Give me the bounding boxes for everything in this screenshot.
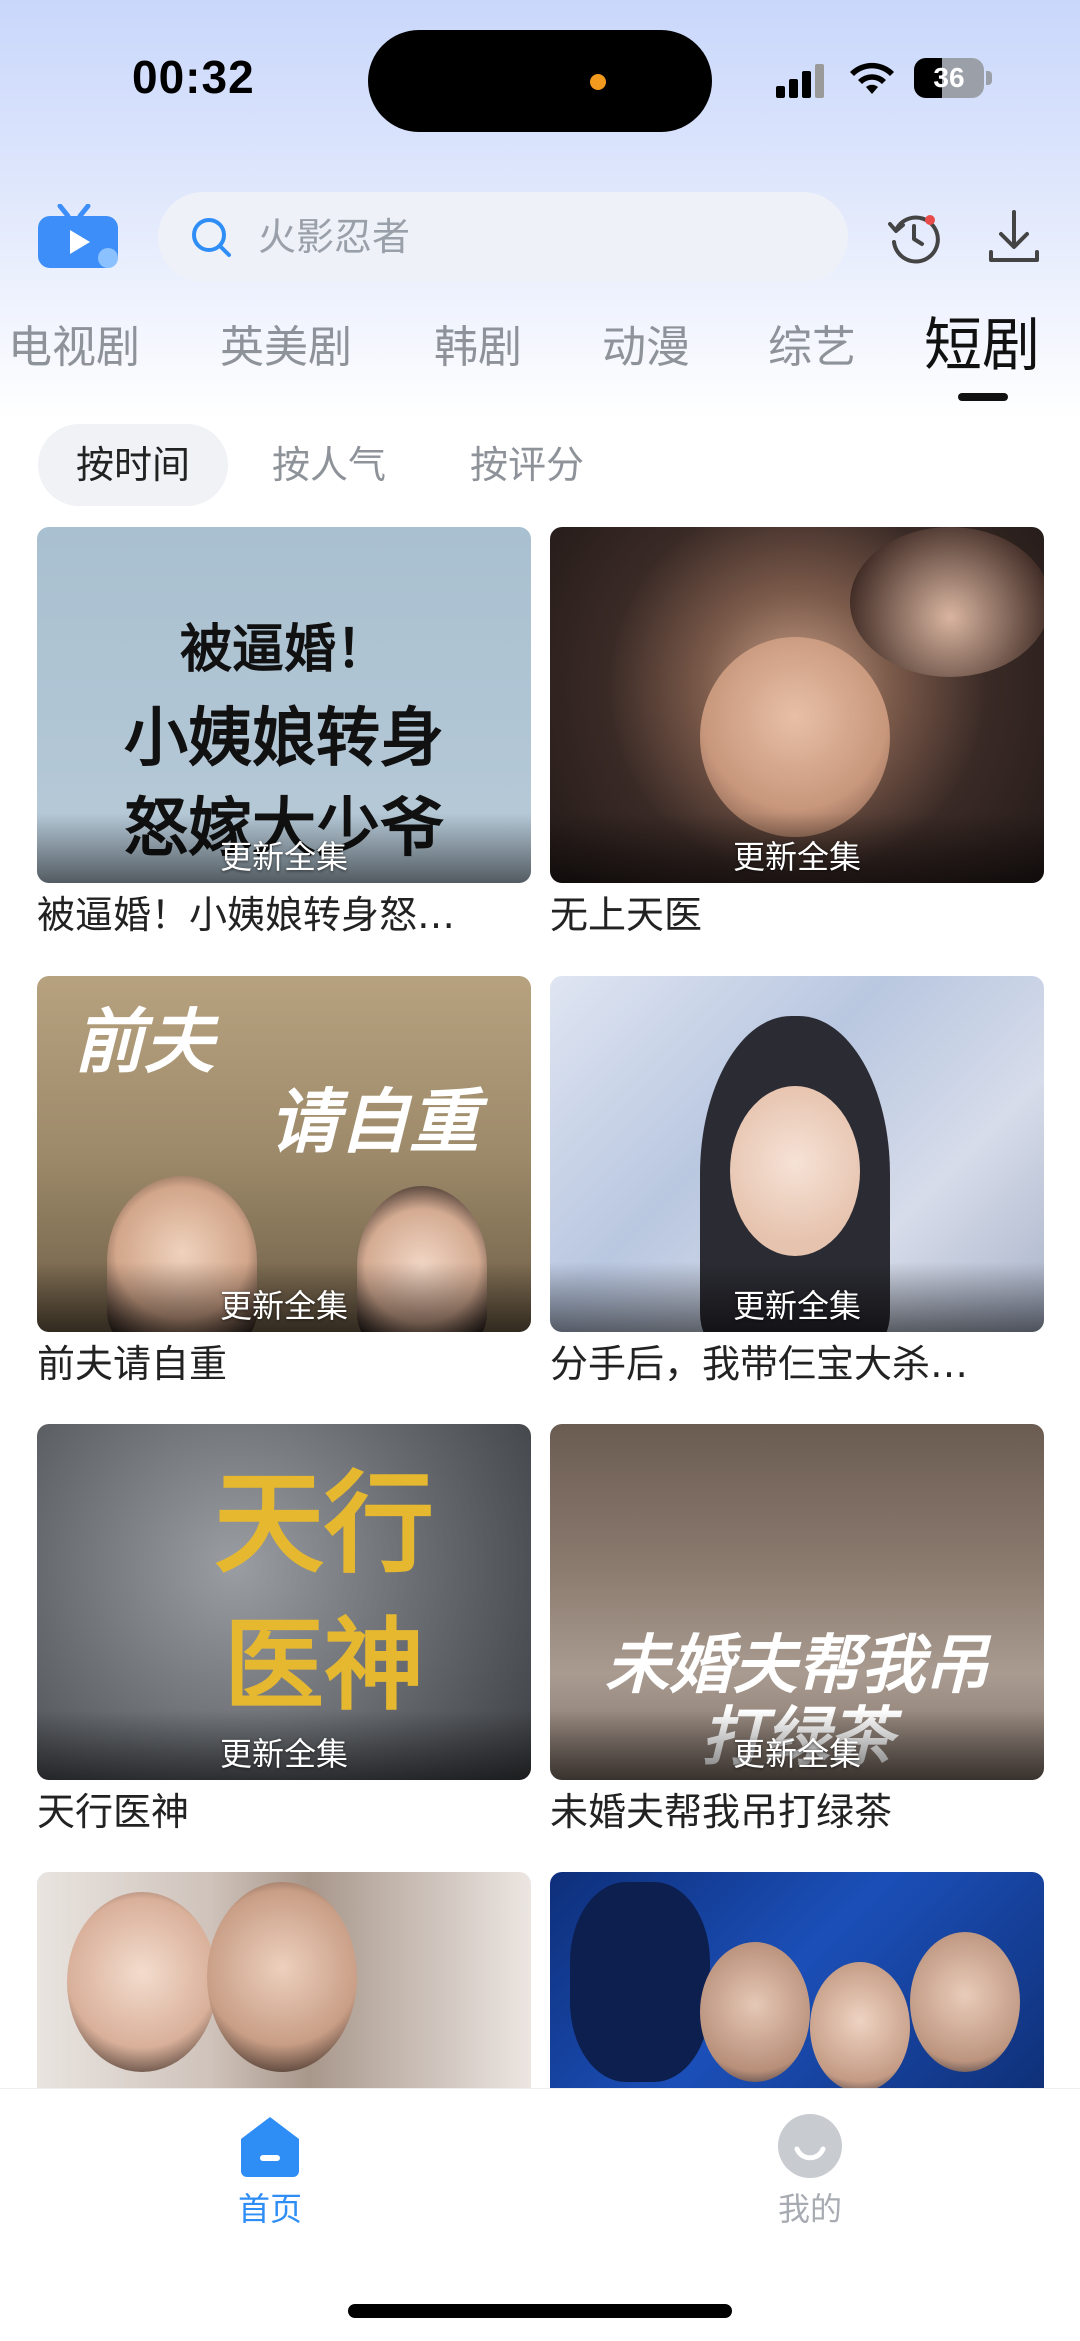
nav-home[interactable]: 首页 [170, 2113, 370, 2229]
drama-title: 被逼婚！小姨娘转身怒… [37, 893, 456, 937]
home-indicator [348, 2304, 732, 2318]
download-icon[interactable] [986, 208, 1042, 266]
drama-title: 天行医神 [37, 1790, 190, 1834]
tab-short-drama[interactable]: 短剧 [924, 310, 1040, 380]
drama-card[interactable]: 被逼婚！ 小姨娘转身 怒嫁大少爷 更新全集 被逼婚！小姨娘转身怒… [37, 527, 531, 941]
update-badge: 更新全集 [219, 838, 348, 876]
wifi-icon [850, 62, 894, 94]
profile-icon [777, 2113, 843, 2179]
drama-card[interactable]: 未婚夫帮我吊 打绿茶 更新全集 未婚夫帮我吊打绿茶 [550, 1424, 1044, 1838]
poster-title-art: 天行 [214, 1459, 434, 1588]
sort-by-popularity[interactable]: 按人气 [234, 424, 424, 506]
drama-poster: 天行 医神 更新全集 [37, 1424, 531, 1780]
drama-title: 前夫请自重 [37, 1342, 228, 1386]
tab-korean-drama[interactable]: 韩剧 [434, 318, 522, 378]
nav-home-label: 首页 [237, 2190, 302, 2228]
nav-profile[interactable]: 我的 [710, 2113, 910, 2229]
search-placeholder: 火影忍者 [258, 215, 411, 259]
drama-card[interactable]: 更新全集 分手后，我带仨宝大杀… [550, 976, 1044, 1390]
active-tab-indicator [958, 393, 1008, 401]
tab-us-uk-series[interactable]: 英美剧 [220, 318, 352, 378]
drama-poster: 前夫 请自重 更新全集 [37, 976, 531, 1332]
recording-indicator [590, 74, 606, 90]
status-bar: 00:32 36 [0, 0, 1080, 160]
drama-card[interactable]: 天行 医神 更新全集 天行医神 [37, 1424, 531, 1838]
update-badge: 更新全集 [732, 1287, 861, 1325]
drama-title: 分手后，我带仨宝大杀… [550, 1342, 969, 1386]
battery-icon: 36 [914, 58, 984, 98]
drama-title: 未婚夫帮我吊打绿茶 [550, 1790, 893, 1834]
poster-title-art: 请自重 [269, 1080, 479, 1163]
sort-by-rating[interactable]: 按评分 [432, 424, 622, 506]
poster-title-art: 小姨娘转身 [124, 701, 444, 776]
drama-poster: 未婚夫帮我吊 打绿茶 更新全集 [550, 1424, 1044, 1780]
status-time: 00:32 [132, 51, 255, 103]
update-badge: 更新全集 [219, 1735, 348, 1773]
search-bar[interactable]: 火影忍者 [158, 192, 848, 282]
poster-title-art: 被逼婚！ [179, 619, 388, 680]
dynamic-island [368, 30, 712, 132]
drama-poster: 更新全集 [550, 976, 1044, 1332]
update-badge: 更新全集 [219, 1287, 348, 1325]
tv-play-logo-icon[interactable] [36, 204, 122, 270]
battery-cap [986, 71, 992, 85]
drama-poster: 更新全集 [550, 527, 1044, 883]
tab-variety[interactable]: 综艺 [768, 318, 856, 378]
home-icon [237, 2113, 303, 2179]
drama-poster: 被逼婚！ 小姨娘转身 怒嫁大少爷 更新全集 [37, 527, 531, 883]
drama-card[interactable]: 更新全集 无上天医 [550, 527, 1044, 941]
tab-anime[interactable]: 动漫 [602, 318, 690, 378]
battery-level: 36 [933, 62, 965, 93]
cellular-signal-icon [776, 62, 826, 98]
poster-title-art: 医神 [224, 1606, 424, 1724]
search-icon [192, 218, 231, 257]
sort-by-time[interactable]: 按时间 [38, 424, 229, 506]
update-badge: 更新全集 [732, 1735, 861, 1773]
drama-title: 无上天医 [550, 893, 703, 937]
nav-profile-label: 我的 [777, 2190, 842, 2228]
drama-card[interactable]: 前夫 请自重 更新全集 前夫请自重 [37, 976, 531, 1390]
tab-tv-series[interactable]: 电视剧 [8, 318, 140, 378]
update-badge: 更新全集 [732, 838, 861, 876]
history-icon[interactable] [886, 210, 942, 266]
